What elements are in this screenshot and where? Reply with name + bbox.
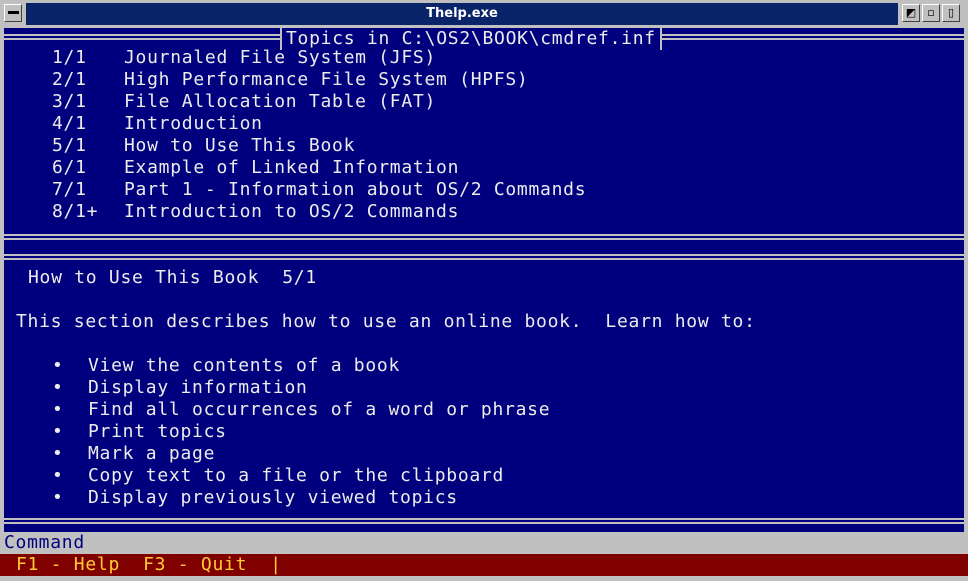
frame-line (4, 258, 964, 260)
topic-number[interactable]: 4/1 (52, 113, 87, 135)
frame-line (4, 234, 964, 236)
bullet-text: Display information (88, 377, 308, 398)
bullet-icon: • (52, 421, 64, 442)
topic-number[interactable]: 7/1 (52, 179, 87, 201)
function-key-bar[interactable]: F1 - Help F3 - Quit | (0, 554, 968, 576)
topic-item[interactable]: High Performance File System (HPFS) (124, 69, 529, 91)
topic-item[interactable]: Example of Linked Information (124, 157, 459, 179)
topic-number[interactable]: 8/1+ (52, 201, 98, 223)
window-bottom-border (0, 576, 968, 581)
bullet-text: Print topics (88, 421, 227, 442)
bullet-icon: • (52, 487, 64, 508)
bullet-icon: • (52, 377, 64, 398)
system-menu-icon[interactable] (4, 4, 22, 22)
bullet-text: View the contents of a book (88, 355, 401, 376)
topic-item[interactable]: Part 1 - Information about OS/2 Commands (124, 179, 586, 201)
topic-number[interactable]: 5/1 (52, 135, 87, 157)
text-mode-screen: Topics in C:\OS2\BOOK\cmdref.inf 1/1 Jour… (4, 28, 964, 549)
bullet-text: Find all occurrences of a word or phrase (88, 399, 551, 420)
restore-window-icon[interactable]: ▫ (922, 4, 940, 22)
topic-number[interactable]: 1/1 (52, 47, 87, 69)
bullet-icon: • (52, 443, 64, 464)
topic-item[interactable]: Introduction (124, 113, 263, 135)
hide-window-icon[interactable]: ◩ (902, 4, 920, 22)
topic-item[interactable]: Introduction to OS/2 Commands (124, 201, 459, 223)
content-heading: How to Use This Book 5/1 (28, 267, 317, 288)
frame-line (4, 518, 964, 520)
topic-number[interactable]: 3/1 (52, 91, 87, 113)
bullet-icon: • (52, 355, 64, 376)
frame-line (4, 254, 964, 256)
topic-item[interactable]: How to Use This Book (124, 135, 355, 157)
bullet-icon: • (52, 399, 64, 420)
maximize-window-icon[interactable]: ▯ (942, 4, 960, 22)
frame-line (4, 238, 964, 240)
title-bar[interactable]: Thelp.exe ◩ ▫ ▯ (0, 0, 968, 28)
topic-number[interactable]: 6/1 (52, 157, 87, 179)
topic-number[interactable]: 2/1 (52, 69, 87, 91)
topic-item[interactable]: File Allocation Table (FAT) (124, 91, 436, 113)
frame-line (4, 522, 964, 524)
bullet-text: Display previously viewed topics (88, 487, 458, 508)
command-line[interactable]: Command (0, 532, 968, 554)
topic-item[interactable]: Journaled File System (JFS) (124, 47, 436, 69)
content-intro: This section describes how to use an onl… (16, 311, 756, 332)
bullet-icon: • (52, 465, 64, 486)
window-title: Thelp.exe (26, 3, 898, 25)
bullet-text: Copy text to a file or the clipboard (88, 465, 505, 486)
bullet-text: Mark a page (88, 443, 216, 464)
